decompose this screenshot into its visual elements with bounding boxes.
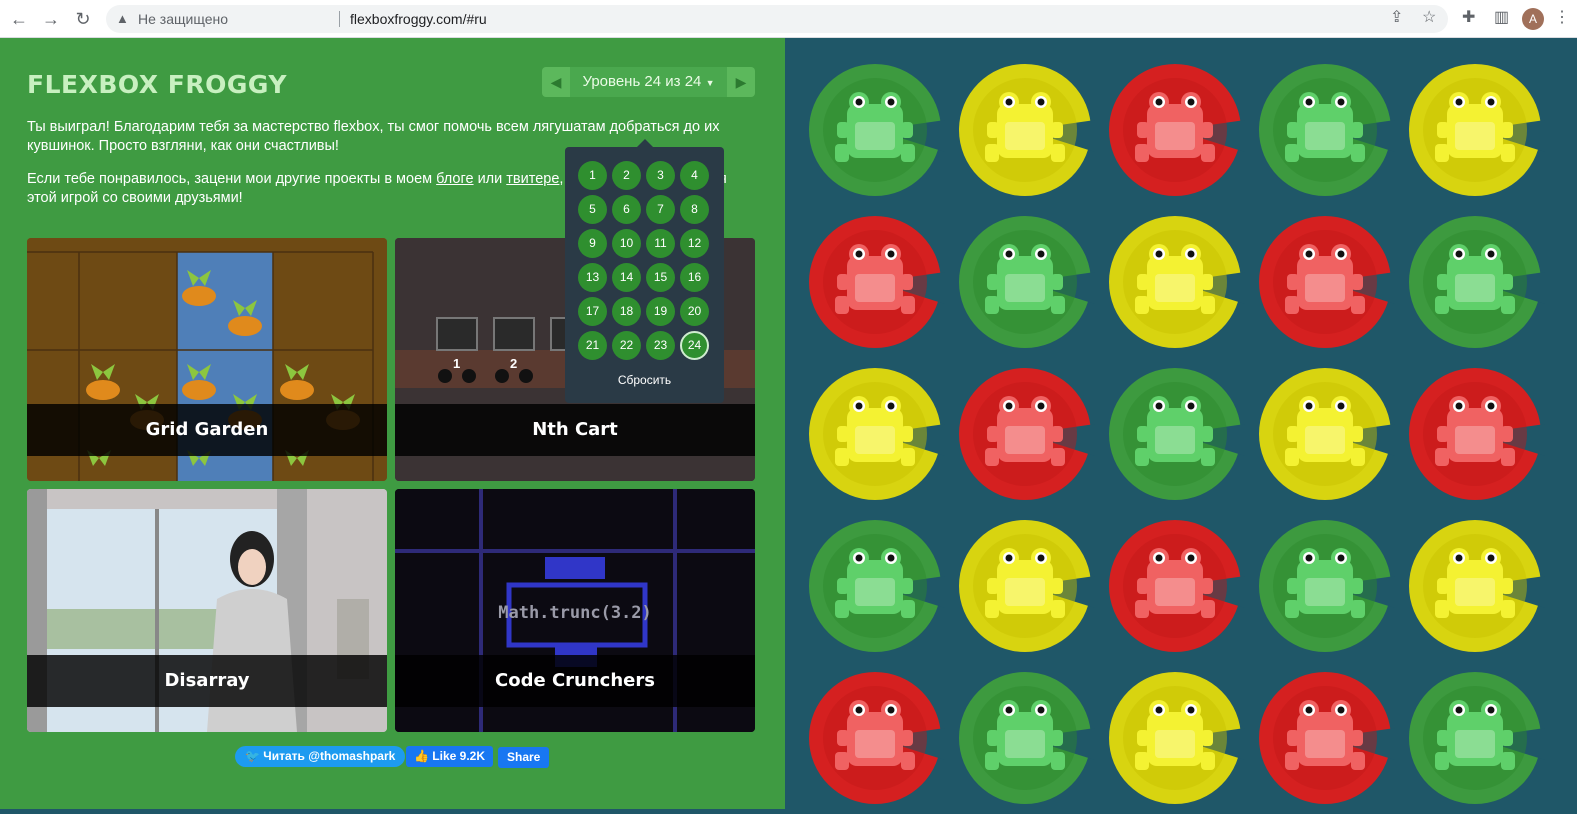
project-title[interactable]: Disarray [27, 655, 387, 707]
chevron-down-icon: ▼ [705, 78, 715, 88]
green-frog-on-lilypad [1259, 64, 1395, 196]
green-frog-on-lilypad [1109, 368, 1245, 500]
level-button[interactable]: 8 [680, 195, 709, 224]
like-label: Like 9.2K [432, 749, 485, 763]
twitter-follow-button[interactable]: 🐦 Читать @thomashpark [235, 746, 406, 767]
level-button[interactable]: 7 [646, 195, 675, 224]
level-button[interactable]: 1 [578, 161, 607, 190]
address-bar[interactable]: ▲ Не защищено flexboxfroggy.com/#ru [106, 5, 1448, 33]
green-frog-on-lilypad [1409, 216, 1545, 348]
reload-icon[interactable]: ↻ [72, 8, 94, 30]
yellow-frog-on-lilypad [1259, 368, 1395, 500]
code-snippet: Math.trunc(3.2) [498, 603, 652, 623]
yellow-frog-on-lilypad [959, 520, 1095, 652]
share-text: или [473, 171, 507, 187]
project-card-grid-garden[interactable]: Grid Garden [27, 238, 387, 481]
twitter-link[interactable]: твитере [506, 171, 559, 187]
facebook-share-button[interactable]: Share [498, 747, 550, 768]
red-frog-on-lilypad [1259, 672, 1395, 804]
prev-level-icon[interactable]: ◀ [542, 67, 570, 97]
security-status[interactable]: Не защищено [138, 11, 228, 27]
green-frog-on-lilypad [1409, 672, 1545, 804]
yellow-frog-on-lilypad [1109, 216, 1245, 348]
project-title[interactable]: Code Crunchers [395, 655, 755, 707]
warning-icon[interactable]: ▲ [116, 11, 129, 26]
level-button[interactable]: 17 [578, 297, 607, 326]
level-button[interactable]: 18 [612, 297, 641, 326]
back-icon[interactable]: ← [8, 8, 30, 30]
share-text: Если тебе понравилось, зацени мои другие… [27, 171, 437, 187]
yellow-frog-on-lilypad [1409, 520, 1545, 652]
level-dropdown: 1 2 3 4 5 6 7 8 9 10 11 12 13 14 15 16 17 18 19 20 21 22 23 24 … [565, 139, 724, 403]
red-frog-on-lilypad [1109, 520, 1245, 652]
red-frog-on-lilypad [809, 672, 945, 804]
project-card-disarray[interactable]: Disarray [27, 489, 387, 732]
level-button[interactable]: 16 [680, 263, 709, 292]
facebook-like-button[interactable]: 👍 Like 9.2K [406, 746, 493, 767]
cart-number: 2 [510, 356, 518, 371]
level-button[interactable]: 3 [646, 161, 675, 190]
level-button[interactable]: 21 [578, 331, 607, 360]
blog-link[interactable]: блоге [436, 171, 473, 187]
project-title[interactable]: Grid Garden [27, 404, 387, 456]
red-frog-on-lilypad [959, 368, 1095, 500]
browser-toolbar: ← → ↻ ▲ Не защищено flexboxfroggy.com/#r… [0, 0, 1577, 38]
red-frog-on-lilypad [1109, 64, 1245, 196]
project-card-code-crunchers[interactable]: Math.trunc(3.2) Code Crunchers [395, 489, 755, 732]
green-frog-on-lilypad [809, 64, 945, 196]
level-button[interactable]: 13 [578, 263, 607, 292]
red-frog-on-lilypad [1409, 368, 1545, 500]
reset-button[interactable]: Сбросить [565, 373, 724, 387]
share-icon[interactable]: ⇪ [1390, 6, 1403, 30]
extensions-icon[interactable]: ✚ [1462, 6, 1475, 30]
bookmark-star-icon[interactable]: ☆ [1422, 6, 1436, 30]
level-button[interactable]: 9 [578, 229, 607, 258]
red-frog-on-lilypad [1259, 216, 1395, 348]
level-label: Уровень 24 из 24 [582, 73, 702, 90]
cart-number: 1 [453, 356, 461, 371]
divider [339, 11, 340, 27]
forward-icon[interactable]: → [40, 8, 62, 30]
level-indicator[interactable]: Уровень 24 из 24 ▼ [570, 67, 727, 97]
next-level-icon[interactable]: ▶ [727, 67, 755, 97]
level-button[interactable]: 12 [680, 229, 709, 258]
url-text[interactable]: flexboxfroggy.com/#ru [350, 11, 487, 27]
level-button[interactable]: 2 [612, 161, 641, 190]
yellow-frog-on-lilypad [1409, 64, 1545, 196]
level-button[interactable]: 22 [612, 331, 641, 360]
twitter-bird-icon: 🐦 [245, 749, 260, 763]
avatar[interactable]: A [1522, 8, 1544, 30]
level-button[interactable]: 5 [578, 195, 607, 224]
twitter-label: Читать @thomashpark [263, 749, 396, 763]
pond-board [785, 38, 1577, 809]
level-button[interactable]: 15 [646, 263, 675, 292]
yellow-frog-on-lilypad [959, 64, 1095, 196]
app-logo[interactable]: FLEXBOX FROGGY [27, 70, 287, 99]
green-frog-on-lilypad [959, 672, 1095, 804]
side-panel-icon[interactable]: ▥ [1494, 6, 1509, 30]
level-button[interactable]: 10 [612, 229, 641, 258]
red-frog-on-lilypad [809, 216, 945, 348]
level-selector[interactable]: ◀ Уровень 24 из 24 ▼ ▶ [542, 67, 755, 97]
level-button[interactable]: 20 [680, 297, 709, 326]
sidebar-panel: FLEXBOX FROGGY ◀ Уровень 24 из 24 ▼ ▶ Ты… [0, 38, 785, 809]
green-frog-on-lilypad [1259, 520, 1395, 652]
level-button[interactable]: 14 [612, 263, 641, 292]
level-button[interactable]: 19 [646, 297, 675, 326]
green-frog-on-lilypad [959, 216, 1095, 348]
thumbs-up-icon: 👍 [414, 749, 429, 763]
level-button[interactable]: 11 [646, 229, 675, 258]
lily-pads-and-frogs [809, 64, 1545, 804]
project-title[interactable]: Nth Cart [395, 404, 755, 456]
yellow-frog-on-lilypad [1109, 672, 1245, 804]
green-frog-on-lilypad [809, 520, 945, 652]
yellow-frog-on-lilypad [809, 368, 945, 500]
level-button[interactable]: 6 [612, 195, 641, 224]
level-button[interactable]: 24 [680, 331, 709, 360]
level-button[interactable]: 4 [680, 161, 709, 190]
level-button[interactable]: 23 [646, 331, 675, 360]
menu-icon[interactable]: ⋮ [1554, 6, 1570, 30]
